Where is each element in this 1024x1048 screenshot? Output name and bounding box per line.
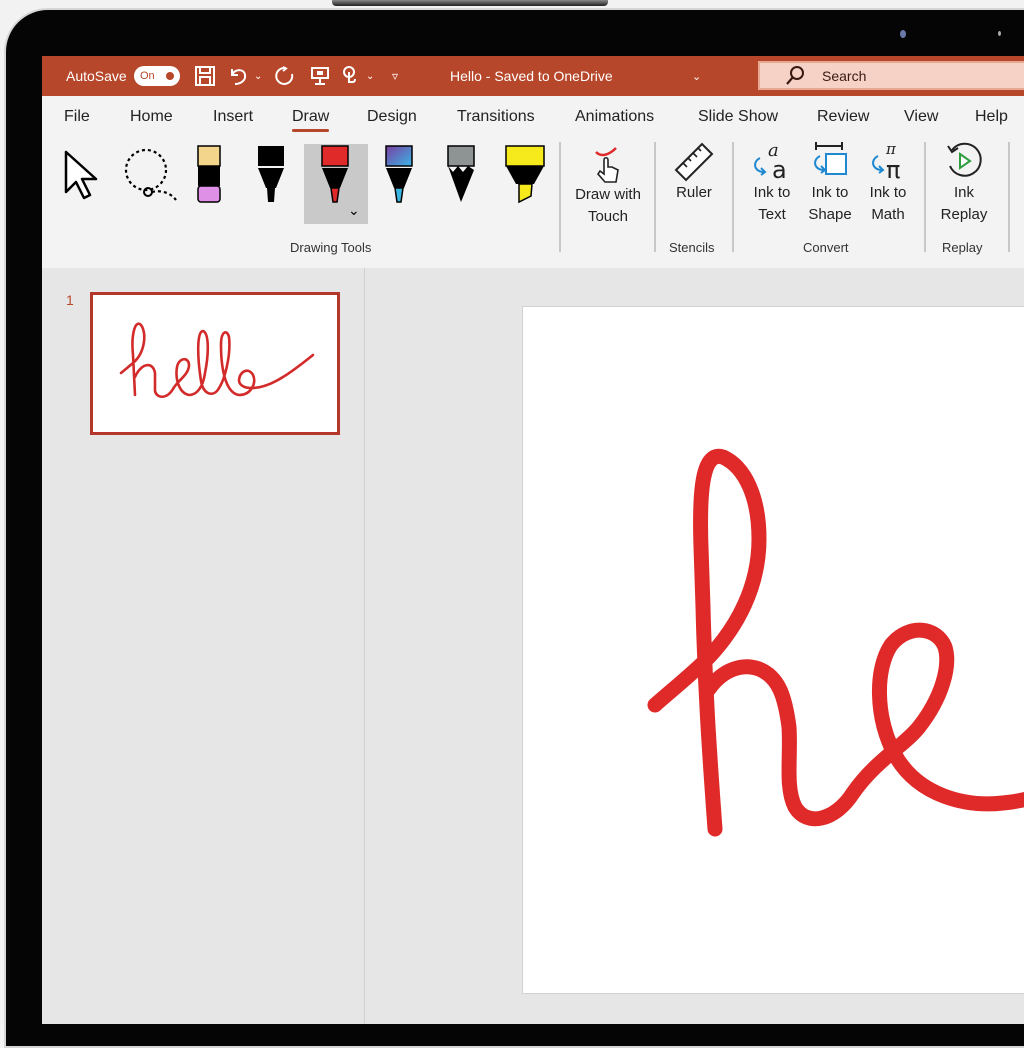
tab-review[interactable]: Review bbox=[817, 108, 869, 126]
toggle-knob bbox=[166, 72, 174, 80]
yellow-highlighter-icon bbox=[505, 145, 545, 204]
group-separator bbox=[924, 142, 926, 252]
draw-with-touch-button[interactable]: Draw with Touch bbox=[568, 144, 648, 228]
group-separator bbox=[1008, 142, 1010, 252]
galaxy-pen-button[interactable] bbox=[384, 144, 414, 206]
title-bar: AutoSave On ⌄ ⌄ ▿ Hello - Saved to OneDr… bbox=[42, 56, 1024, 96]
sensor-icon bbox=[998, 31, 1001, 36]
black-pen-icon bbox=[258, 146, 284, 202]
lasso-select-button[interactable] bbox=[120, 148, 180, 204]
group-label-convert: Convert bbox=[803, 240, 849, 255]
galaxy-pen-icon bbox=[385, 145, 413, 203]
group-label-replay: Replay bbox=[942, 240, 983, 255]
ink-drawing-hello bbox=[647, 448, 1024, 837]
tab-help[interactable]: Help bbox=[975, 108, 1008, 126]
slide-thumbnail-1[interactable] bbox=[90, 292, 340, 435]
pencil-icon bbox=[447, 145, 475, 202]
pencil-button[interactable] bbox=[446, 144, 476, 206]
pen-options-dropdown[interactable]: ⌄ bbox=[348, 202, 360, 219]
ink-to-math-button[interactable]: ππ Ink to Math bbox=[860, 140, 916, 226]
select-tool-button[interactable] bbox=[62, 148, 104, 204]
tab-home[interactable]: Home bbox=[130, 108, 173, 126]
slide-editor bbox=[365, 268, 1024, 1024]
ink-to-math-icon: ππ bbox=[872, 140, 900, 182]
present-icon[interactable] bbox=[310, 56, 330, 96]
search-box[interactable]: Search bbox=[758, 61, 1024, 90]
redo-icon[interactable] bbox=[274, 56, 296, 96]
draw-with-touch-label-2: Touch bbox=[587, 208, 628, 225]
ink-to-shape-label-1: Ink to bbox=[811, 184, 849, 201]
lasso-select-icon bbox=[124, 148, 177, 201]
tab-draw[interactable]: Draw bbox=[292, 108, 330, 132]
red-pen-icon bbox=[321, 145, 349, 203]
ink-replay-label-2: Replay bbox=[940, 206, 988, 223]
svg-text:π: π bbox=[886, 156, 900, 182]
ink-to-text-label-1: Ink to bbox=[753, 184, 791, 201]
draw-with-touch-label-1: Draw with bbox=[575, 186, 641, 203]
tab-slide-show[interactable]: Slide Show bbox=[698, 108, 778, 126]
ruler-icon bbox=[674, 142, 714, 182]
autosave-toggle[interactable]: On bbox=[134, 56, 180, 96]
draw-ribbon: ⌄ Drawing Tools Draw with Touch Ruler St… bbox=[42, 136, 1024, 269]
ink-to-math-label-1: Ink to bbox=[869, 184, 907, 201]
tab-transitions[interactable]: Transitions bbox=[457, 108, 535, 126]
thumbnail-ink-hello bbox=[119, 322, 315, 399]
touch-mode-icon[interactable] bbox=[340, 56, 360, 96]
save-icon[interactable] bbox=[194, 56, 216, 96]
undo-dropdown-icon[interactable]: ⌄ bbox=[254, 56, 262, 96]
ink-replay-icon bbox=[947, 142, 982, 177]
svg-text:a: a bbox=[772, 156, 787, 182]
tab-insert[interactable]: Insert bbox=[213, 108, 253, 126]
undo-icon[interactable] bbox=[228, 56, 250, 96]
draw-with-touch-icon bbox=[595, 147, 619, 183]
ruler-button[interactable]: Ruler bbox=[664, 140, 724, 204]
red-pen-button[interactable] bbox=[320, 144, 350, 206]
powerpoint-window: AutoSave On ⌄ ⌄ ▿ Hello - Saved to OneDr… bbox=[42, 56, 1024, 1024]
device-frame: AutoSave On ⌄ ⌄ ▿ Hello - Saved to OneDr… bbox=[0, 0, 1024, 1048]
autosave-label: AutoSave bbox=[66, 68, 127, 84]
search-placeholder: Search bbox=[822, 67, 867, 84]
slide-number: 1 bbox=[66, 292, 74, 308]
document-title: Hello - Saved to OneDrive bbox=[450, 68, 613, 84]
tab-view[interactable]: View bbox=[904, 108, 938, 126]
tab-design[interactable]: Design bbox=[367, 108, 417, 126]
touch-dropdown-icon[interactable]: ⌄ bbox=[366, 56, 374, 96]
ink-to-shape-icon bbox=[814, 142, 847, 175]
eraser-icon bbox=[197, 145, 221, 203]
ink-replay-button[interactable]: Ink Replay bbox=[934, 140, 994, 226]
ink-to-text-label-2: Text bbox=[758, 206, 786, 223]
ink-to-shape-button[interactable]: Ink to Shape bbox=[802, 140, 858, 226]
ink-to-text-icon: aa bbox=[754, 140, 787, 182]
device-top-button bbox=[332, 0, 608, 6]
eraser-button[interactable] bbox=[196, 144, 222, 204]
ruler-label: Ruler bbox=[676, 184, 712, 201]
tab-animations[interactable]: Animations bbox=[575, 108, 654, 126]
search-icon bbox=[786, 65, 804, 85]
group-separator bbox=[732, 142, 734, 252]
ink-to-shape-label-2: Shape bbox=[808, 206, 852, 223]
tab-file[interactable]: File bbox=[64, 108, 90, 126]
ribbon-tabs: File Home Insert Draw Design Transitions… bbox=[42, 96, 1024, 136]
customize-qat-icon[interactable]: ▿ bbox=[392, 56, 398, 96]
group-label-drawing-tools: Drawing Tools bbox=[290, 240, 372, 255]
highlighter-button[interactable] bbox=[504, 144, 546, 206]
select-arrow-icon bbox=[64, 150, 98, 200]
title-dropdown-icon[interactable]: ⌄ bbox=[692, 56, 701, 96]
slide-canvas[interactable] bbox=[522, 306, 1024, 994]
slide-thumbnail-pane: 1 bbox=[42, 268, 365, 1024]
camera-icon bbox=[900, 30, 906, 38]
group-label-stencils: Stencils bbox=[669, 240, 715, 255]
ink-to-text-button[interactable]: aa Ink to Text bbox=[744, 140, 800, 226]
group-separator bbox=[654, 142, 656, 252]
ink-replay-label-1: Ink bbox=[953, 184, 974, 201]
black-pen-button[interactable] bbox=[256, 144, 286, 206]
group-separator bbox=[559, 142, 561, 252]
ink-to-math-label-2: Math bbox=[871, 206, 905, 223]
autosave-state: On bbox=[140, 70, 155, 82]
